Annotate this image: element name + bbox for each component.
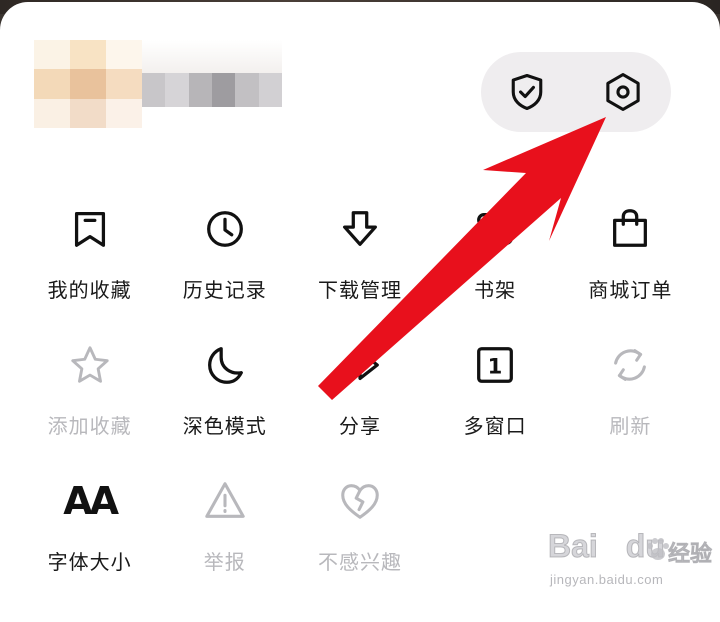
download-arrow-icon <box>335 204 385 254</box>
share-icon <box>335 340 385 390</box>
window-count-icon: 1 <box>470 340 520 390</box>
menu-item-not-interested[interactable]: 不感兴趣 <box>292 470 427 606</box>
menu-label: 书架 <box>474 278 517 302</box>
broken-heart-icon <box>335 476 385 526</box>
menu-label: 深色模式 <box>182 414 267 438</box>
baidu-watermark: Bai du 经验 jingyan.baidu.com <box>548 528 713 598</box>
warning-icon <box>200 476 250 526</box>
menu-item-downloads[interactable]: 下载管理 <box>292 198 427 334</box>
menu-label: 举报 <box>203 550 246 574</box>
menu-item-add-favorite[interactable]: 添加收藏 <box>22 334 157 470</box>
menu-label: 添加收藏 <box>47 414 132 438</box>
watermark-cn: 经验 <box>668 542 713 568</box>
bookshelf-icon <box>470 204 520 254</box>
menu-item-dark-mode[interactable]: 深色模式 <box>157 334 292 470</box>
font-size-glyph: AA <box>63 479 119 523</box>
header-action-pill <box>481 52 671 132</box>
menu-item-history[interactable]: 历史记录 <box>157 198 292 334</box>
username-blur-top <box>142 40 282 73</box>
menu-label: 我的收藏 <box>47 278 132 302</box>
menu-label: 商城订单 <box>588 278 673 302</box>
menu-item-orders[interactable]: 商城订单 <box>563 198 698 334</box>
hexagon-settings-icon[interactable] <box>599 68 647 116</box>
menu-label: 历史记录 <box>182 278 267 302</box>
menu-label: 字体大小 <box>47 550 132 574</box>
menu-item-favorites[interactable]: 我的收藏 <box>22 198 157 334</box>
menu-item-share[interactable]: 分享 <box>292 334 427 470</box>
menu-item-refresh[interactable]: 刷新 <box>563 334 698 470</box>
watermark-url: jingyan.baidu.com <box>550 572 664 587</box>
moon-icon <box>200 340 250 390</box>
user-profile[interactable] <box>34 40 284 128</box>
menu-label: 不感兴趣 <box>317 550 402 574</box>
bookmark-icon <box>65 204 115 254</box>
shield-check-icon[interactable] <box>503 68 551 116</box>
font-size-icon: AA <box>63 476 119 526</box>
star-icon <box>65 340 115 390</box>
menu-label: 多窗口 <box>463 414 527 438</box>
clock-icon <box>200 204 250 254</box>
menu-item-multi-window[interactable]: 1 多窗口 <box>428 334 563 470</box>
svg-text:1: 1 <box>488 354 503 379</box>
menu-label: 刷新 <box>609 414 652 438</box>
menu-label: 下载管理 <box>317 278 402 302</box>
menu-item-bookshelf[interactable]: 书架 <box>428 198 563 334</box>
refresh-icon <box>605 340 655 390</box>
menu-label: 分享 <box>338 414 381 438</box>
avatar <box>34 40 142 128</box>
shopping-bag-icon <box>605 204 655 254</box>
menu-item-report[interactable]: 举报 <box>157 470 292 606</box>
username-blurred <box>142 73 282 107</box>
menu-item-font-size[interactable]: AA 字体大小 <box>22 470 157 606</box>
